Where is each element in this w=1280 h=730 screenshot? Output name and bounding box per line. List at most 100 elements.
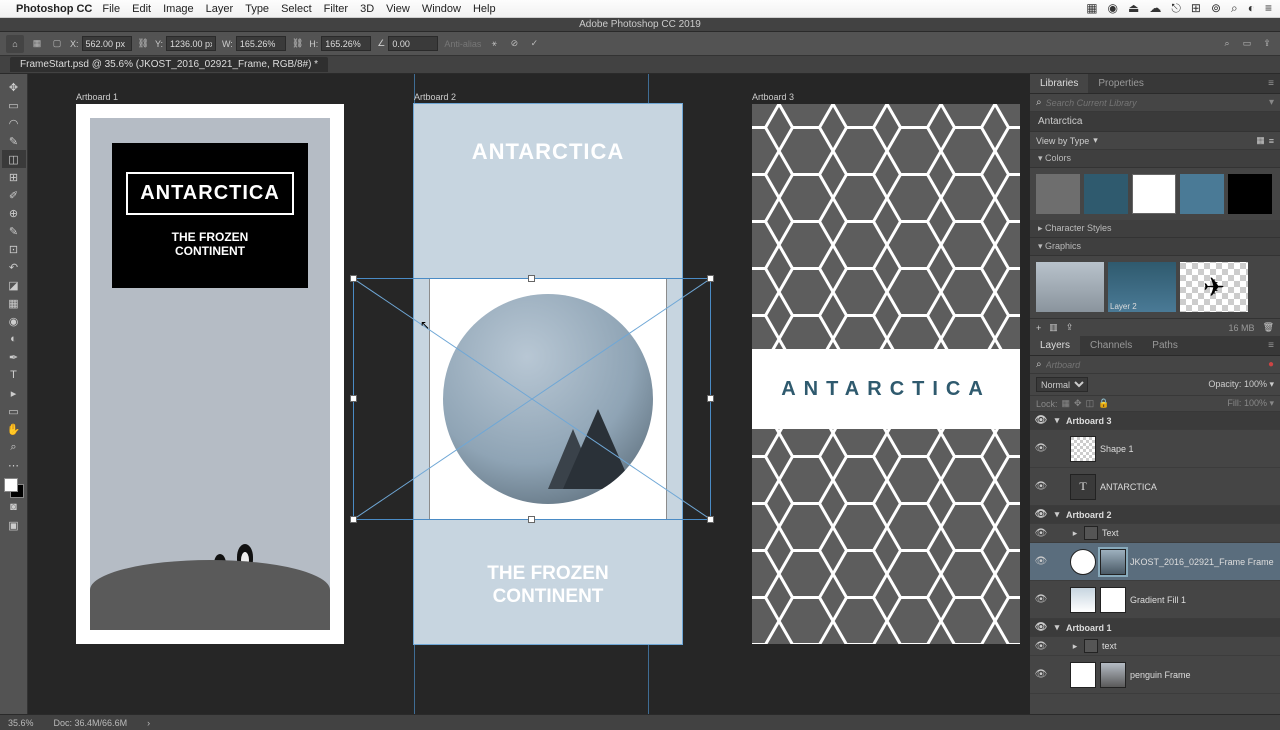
layer-filter-input[interactable] <box>1046 360 1268 370</box>
folder-icon[interactable] <box>1084 639 1098 653</box>
quick-select-tool-icon[interactable]: ✎ <box>2 132 26 150</box>
tab-libraries[interactable]: Libraries <box>1030 74 1088 93</box>
layer-name[interactable]: Artboard 2 <box>1066 510 1112 520</box>
section-char-styles[interactable]: ▸ Character Styles <box>1030 220 1280 238</box>
angle-input[interactable] <box>388 36 438 51</box>
eraser-tool-icon[interactable]: ◪ <box>2 276 26 294</box>
artboard-label[interactable]: Artboard 2 <box>414 92 456 102</box>
tab-layers[interactable]: Layers <box>1030 336 1080 355</box>
edit-toolbar-icon[interactable]: ⋯ <box>2 456 26 474</box>
status-icon[interactable]: ⊞ <box>1191 1 1201 16</box>
history-brush-tool-icon[interactable]: ↶ <box>2 258 26 276</box>
panel-menu-icon[interactable]: ≡ <box>1262 336 1280 355</box>
visibility-icon[interactable]: 👁 <box>1034 509 1048 520</box>
eyedropper-tool-icon[interactable]: ✐ <box>2 186 26 204</box>
collapse-icon[interactable]: ▸ <box>1070 528 1080 539</box>
hand-tool-icon[interactable]: ✋ <box>2 420 26 438</box>
menu-window[interactable]: Window <box>422 3 461 15</box>
visibility-icon[interactable]: 👁 <box>1034 443 1048 454</box>
mask-thumb[interactable] <box>1100 587 1126 613</box>
add-icon[interactable]: + <box>1036 323 1041 333</box>
section-colors[interactable]: ▾ Colors <box>1030 150 1280 168</box>
menu-filter[interactable]: Filter <box>324 3 348 15</box>
menu-image[interactable]: Image <box>163 3 194 15</box>
type-tool-icon[interactable]: T <box>2 366 26 384</box>
document-tab[interactable]: FrameStart.psd @ 35.6% (JKOST_2016_02921… <box>10 57 328 72</box>
fg-bg-colors[interactable] <box>4 478 24 498</box>
search-icon[interactable]: ⌕ <box>1231 1 1238 16</box>
layer-thumb[interactable] <box>1070 436 1096 462</box>
status-icon[interactable]: ⏏ <box>1128 1 1139 16</box>
layer-name[interactable]: Artboard 1 <box>1066 623 1112 633</box>
list-view-icon[interactable]: ≡ <box>1269 136 1274 146</box>
blur-tool-icon[interactable]: ◉ <box>2 312 26 330</box>
menu-view[interactable]: View <box>386 3 410 15</box>
quickmask-icon[interactable]: ◙ <box>2 498 26 516</box>
link-icon[interactable]: ⛓ <box>292 38 303 49</box>
cancel-transform-icon[interactable]: ⊘ <box>507 37 521 51</box>
artboard-2[interactable]: ANTARCTICA THE FROZEN CONTINENT <box>414 104 682 644</box>
status-icon[interactable]: ◉ <box>1108 1 1118 16</box>
h-input[interactable] <box>321 36 371 51</box>
dropdown-icon[interactable]: ▾ <box>1269 97 1274 108</box>
layer-name[interactable]: Shape 1 <box>1100 444 1134 454</box>
collapse-icon[interactable]: ▾ <box>1052 622 1062 633</box>
workspace-icon[interactable]: ▭ <box>1240 37 1254 51</box>
fill-value[interactable]: 100% <box>1244 398 1267 408</box>
folder-icon[interactable] <box>1084 526 1098 540</box>
doc-size[interactable]: Doc: 36.4M/66.6M <box>54 718 128 728</box>
artboard-label[interactable]: Artboard 3 <box>752 92 794 102</box>
visibility-icon[interactable]: 👁 <box>1034 669 1048 680</box>
artboard-1[interactable]: ANTARCTICA THE FROZEN CONTINENT <box>76 104 344 644</box>
stamp-tool-icon[interactable]: ⊡ <box>2 240 26 258</box>
view-by-label[interactable]: View by Type <box>1036 136 1089 146</box>
lasso-tool-icon[interactable]: ◠ <box>2 114 26 132</box>
checkbox-icon[interactable]: ▢ <box>50 37 64 51</box>
menu-layer[interactable]: Layer <box>206 3 234 15</box>
dodge-tool-icon[interactable]: ◐ <box>2 330 26 348</box>
brush-tool-icon[interactable]: ✎ <box>2 222 26 240</box>
collapse-icon[interactable]: ▸ <box>1070 641 1080 652</box>
mask-thumb[interactable] <box>1070 549 1096 575</box>
menu-file[interactable]: File <box>102 3 120 15</box>
filter-icon[interactable]: ⌕ <box>1036 359 1042 370</box>
siri-icon[interactable]: ◐ <box>1248 1 1255 16</box>
menu-select[interactable]: Select <box>281 3 312 15</box>
artboard-tool-icon[interactable]: ▭ <box>2 96 26 114</box>
shape-tool-icon[interactable]: ▭ <box>2 402 26 420</box>
menu-help[interactable]: Help <box>473 3 496 15</box>
layer-name[interactable]: JKOST_2016_02921_Frame Frame <box>1130 557 1274 567</box>
mask-thumb[interactable] <box>1070 662 1096 688</box>
tab-properties[interactable]: Properties <box>1088 74 1154 93</box>
wifi-icon[interactable]: ⊚ <box>1211 1 1221 16</box>
layer-name[interactable]: Text <box>1102 528 1119 538</box>
visibility-icon[interactable]: 👁 <box>1034 556 1048 567</box>
tool-preset-icon[interactable]: ▦ <box>30 37 44 51</box>
collapse-icon[interactable]: ▾ <box>1052 509 1062 520</box>
graphic-thumb[interactable]: ✈ <box>1180 262 1248 312</box>
w-input[interactable] <box>236 36 286 51</box>
menu-3d[interactable]: 3D <box>360 3 374 15</box>
layer-name[interactable]: Artboard 3 <box>1066 416 1112 426</box>
screenmode-icon[interactable]: ▣ <box>2 516 26 534</box>
chevron-down-icon[interactable]: ▾ <box>1093 135 1098 146</box>
graphic-thumb[interactable] <box>1036 262 1104 312</box>
library-name[interactable]: Antarctica <box>1030 112 1280 132</box>
color-swatch[interactable] <box>1180 174 1224 214</box>
commit-transform-icon[interactable]: ✓ <box>527 37 541 51</box>
lock-pixels-icon[interactable]: ▦ <box>1062 398 1071 409</box>
color-swatch[interactable] <box>1084 174 1128 214</box>
app-name[interactable]: Photoshop CC <box>16 3 92 15</box>
trash-icon[interactable]: 🗑 <box>1263 322 1274 333</box>
visibility-icon[interactable]: 👁 <box>1034 641 1048 652</box>
visibility-icon[interactable]: 👁 <box>1034 622 1048 633</box>
layer-name[interactable]: text <box>1102 641 1117 651</box>
ab2-frame[interactable] <box>430 279 666 519</box>
layer-name[interactable]: ANTARCTICA <box>1100 482 1157 492</box>
tab-channels[interactable]: Channels <box>1080 336 1142 355</box>
link-icon[interactable]: ⛓ <box>138 38 149 49</box>
lock-artboard-icon[interactable]: ◫ <box>1086 398 1095 409</box>
frame-tool-icon[interactable]: ⊞ <box>2 168 26 186</box>
crop-tool-icon[interactable]: ◫ <box>2 150 26 168</box>
status-icon[interactable]: ▦ <box>1086 1 1097 16</box>
